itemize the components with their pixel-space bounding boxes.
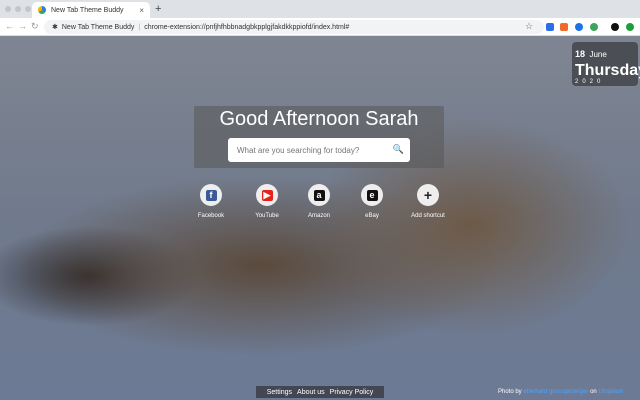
author-link[interactable]: eberhard grossgasteiger xyxy=(523,389,588,395)
extension-6-icon[interactable] xyxy=(626,23,634,31)
extension-4-icon[interactable] xyxy=(590,23,598,31)
about-link[interactable]: About us xyxy=(297,389,325,396)
ebay-icon: e xyxy=(366,189,378,201)
settings-link[interactable]: Settings xyxy=(267,389,292,396)
shortcut-facebook[interactable]: f Facebook xyxy=(181,184,241,219)
extension-5-icon[interactable] xyxy=(611,23,619,31)
search-box[interactable]: 🔍 xyxy=(228,138,410,162)
date-month: June xyxy=(589,50,607,59)
search-icon[interactable]: 🔍 xyxy=(393,144,404,155)
date-widget: 18 June Thursday 2020 xyxy=(572,42,640,86)
window-controls[interactable] xyxy=(5,6,31,12)
tab-bar: New Tab Theme Buddy × + xyxy=(0,0,640,18)
shortcut-label: eBay xyxy=(365,213,379,219)
date-year: 2020 xyxy=(575,79,605,85)
photo-credit: Photo by eberhard grossgasteiger on Unsp… xyxy=(498,389,623,395)
footer-links: Settings About us Privacy Policy xyxy=(256,386,384,398)
extension-icon: ✱ xyxy=(52,24,58,31)
bookmark-star-icon[interactable]: ☆ xyxy=(525,21,533,32)
tab-title: New Tab Theme Buddy xyxy=(51,6,124,14)
shortcut-label: Add shortcut xyxy=(411,213,445,219)
plus-icon: + xyxy=(423,187,433,203)
unsplash-link[interactable]: Unsplash xyxy=(598,389,623,395)
amazon-icon: a xyxy=(313,189,325,201)
shortcut-label: Facebook xyxy=(197,213,225,219)
shortcut-circle[interactable]: + xyxy=(417,184,439,206)
facebook-icon: f xyxy=(205,189,217,201)
search-input[interactable] xyxy=(237,145,387,155)
youtube-icon: ▶ xyxy=(261,189,273,201)
url-text: chrome-extension://pnfjhfhbbnadgbkpplgjf… xyxy=(144,23,350,31)
shortcut-circle[interactable]: f xyxy=(200,184,222,206)
shortcut-circle[interactable]: a xyxy=(308,184,330,206)
shortcut-label: YouTube xyxy=(255,213,279,219)
extension-3-icon[interactable] xyxy=(575,23,583,31)
shortcut-circle[interactable]: e xyxy=(361,184,383,206)
credit-prefix: Photo by xyxy=(498,389,522,395)
shortcut-label: Amazon xyxy=(307,213,330,219)
divider: | xyxy=(138,23,141,31)
shortcut-add-shortcut[interactable]: + Add shortcut xyxy=(398,184,458,219)
browser-tab[interactable]: New Tab Theme Buddy × xyxy=(32,2,150,18)
forward-icon[interactable]: → xyxy=(18,21,27,31)
date-day: 18 xyxy=(575,49,586,59)
reload-icon[interactable]: ↻ xyxy=(31,21,39,32)
shortcut-youtube[interactable]: ▶ YouTube xyxy=(237,184,297,219)
new-tab-button[interactable]: + xyxy=(155,3,161,15)
favicon-icon xyxy=(38,6,46,14)
site-name: New Tab Theme Buddy xyxy=(61,23,135,31)
shortcut-ebay[interactable]: e eBay xyxy=(342,184,402,219)
toolbar: ← → ↻ ✱ New Tab Theme Buddy | chrome-ext… xyxy=(0,18,640,36)
shortcut-amazon[interactable]: a Amazon xyxy=(289,184,349,219)
greeting-panel: Good Afternoon Sarah 🔍 xyxy=(194,106,444,168)
credit-on: on xyxy=(590,389,597,395)
extension-2-icon[interactable] xyxy=(560,23,568,31)
privacy-link[interactable]: Privacy Policy xyxy=(330,389,374,396)
close-tab-icon[interactable]: × xyxy=(139,6,144,15)
extension-1-icon[interactable] xyxy=(546,23,554,31)
shortcut-circle[interactable]: ▶ xyxy=(256,184,278,206)
greeting: Good Afternoon Sarah xyxy=(219,108,419,130)
date-weekday: Thursday xyxy=(575,62,640,79)
address-bar[interactable]: ✱ New Tab Theme Buddy | chrome-extension… xyxy=(44,20,544,34)
back-icon[interactable]: ← xyxy=(5,21,14,31)
